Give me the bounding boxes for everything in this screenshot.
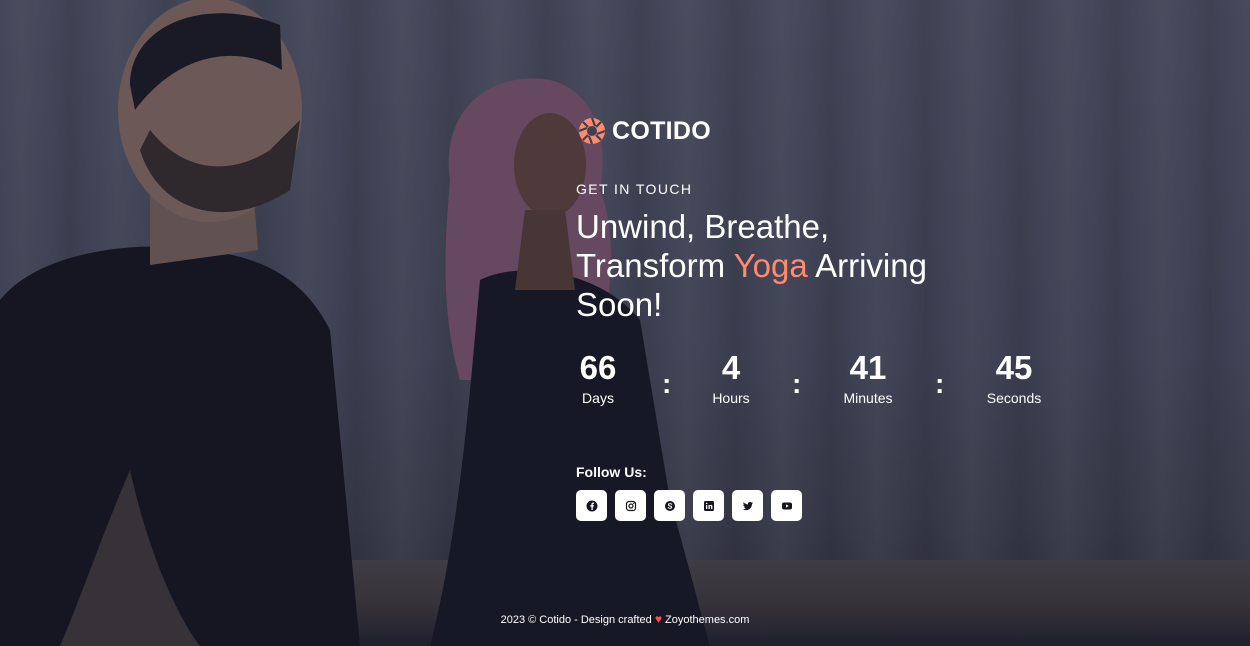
countdown-separator: : [792,368,802,399]
countdown-hours: 4 Hours [706,349,756,407]
countdown-separator: : [662,368,672,399]
footer-link[interactable]: Zoyothemes.com [665,614,749,626]
hours-value: 4 [721,349,741,386]
follow-us-title: Follow Us: [576,464,647,480]
minutes-label: Minutes [843,390,893,406]
hero-content: COTIDO GET IN TOUCH Unwind, Breathe, Tra… [576,114,1136,521]
page-headline: Unwind, Breathe, Transform Yoga Arriving… [576,207,976,324]
linkedin-button[interactable] [693,490,724,521]
youtube-icon [781,502,792,509]
coming-soon-page: COTIDO GET IN TOUCH Unwind, Breathe, Tra… [0,0,1250,646]
skype-button[interactable] [654,490,685,521]
skype-icon [664,500,675,511]
twitter-button[interactable] [732,490,763,521]
seconds-label: Seconds [986,390,1042,406]
facebook-icon [586,500,597,511]
brand-logo[interactable]: COTIDO [578,114,1136,148]
headline-accent: Yoga [733,247,808,284]
aperture-logo-icon [578,117,606,145]
hours-label: Hours [712,390,750,406]
days-label: Days [582,390,614,406]
brand-name: COTIDO [612,116,712,145]
seconds-value: 45 [995,349,1033,386]
instagram-button[interactable] [615,490,646,521]
facebook-button[interactable] [576,490,607,521]
countdown-seconds: 45 Seconds [982,349,1046,407]
footer-copyright: 2023 © Cotido - Design crafted [500,614,652,626]
heart-icon: ♥ [654,612,662,626]
minutes-value: 41 [849,349,887,386]
youtube-button[interactable] [771,490,802,521]
countdown-minutes: 41 Minutes [838,349,898,407]
instagram-icon [625,500,636,511]
days-value: 66 [579,349,617,386]
countdown-timer: 66 Days : 4 Hours : 41 Minutes : 45 Seco… [576,350,1056,420]
eyebrow-text: GET IN TOUCH [576,181,693,197]
countdown-days: 66 Days [576,349,620,407]
twitter-icon [742,501,753,510]
countdown-separator: : [935,368,945,399]
footer-credits: 2023 © Cotido - Design crafted ♥ Zoyothe… [0,612,1250,626]
linkedin-icon [703,500,714,511]
social-links [576,490,1136,521]
